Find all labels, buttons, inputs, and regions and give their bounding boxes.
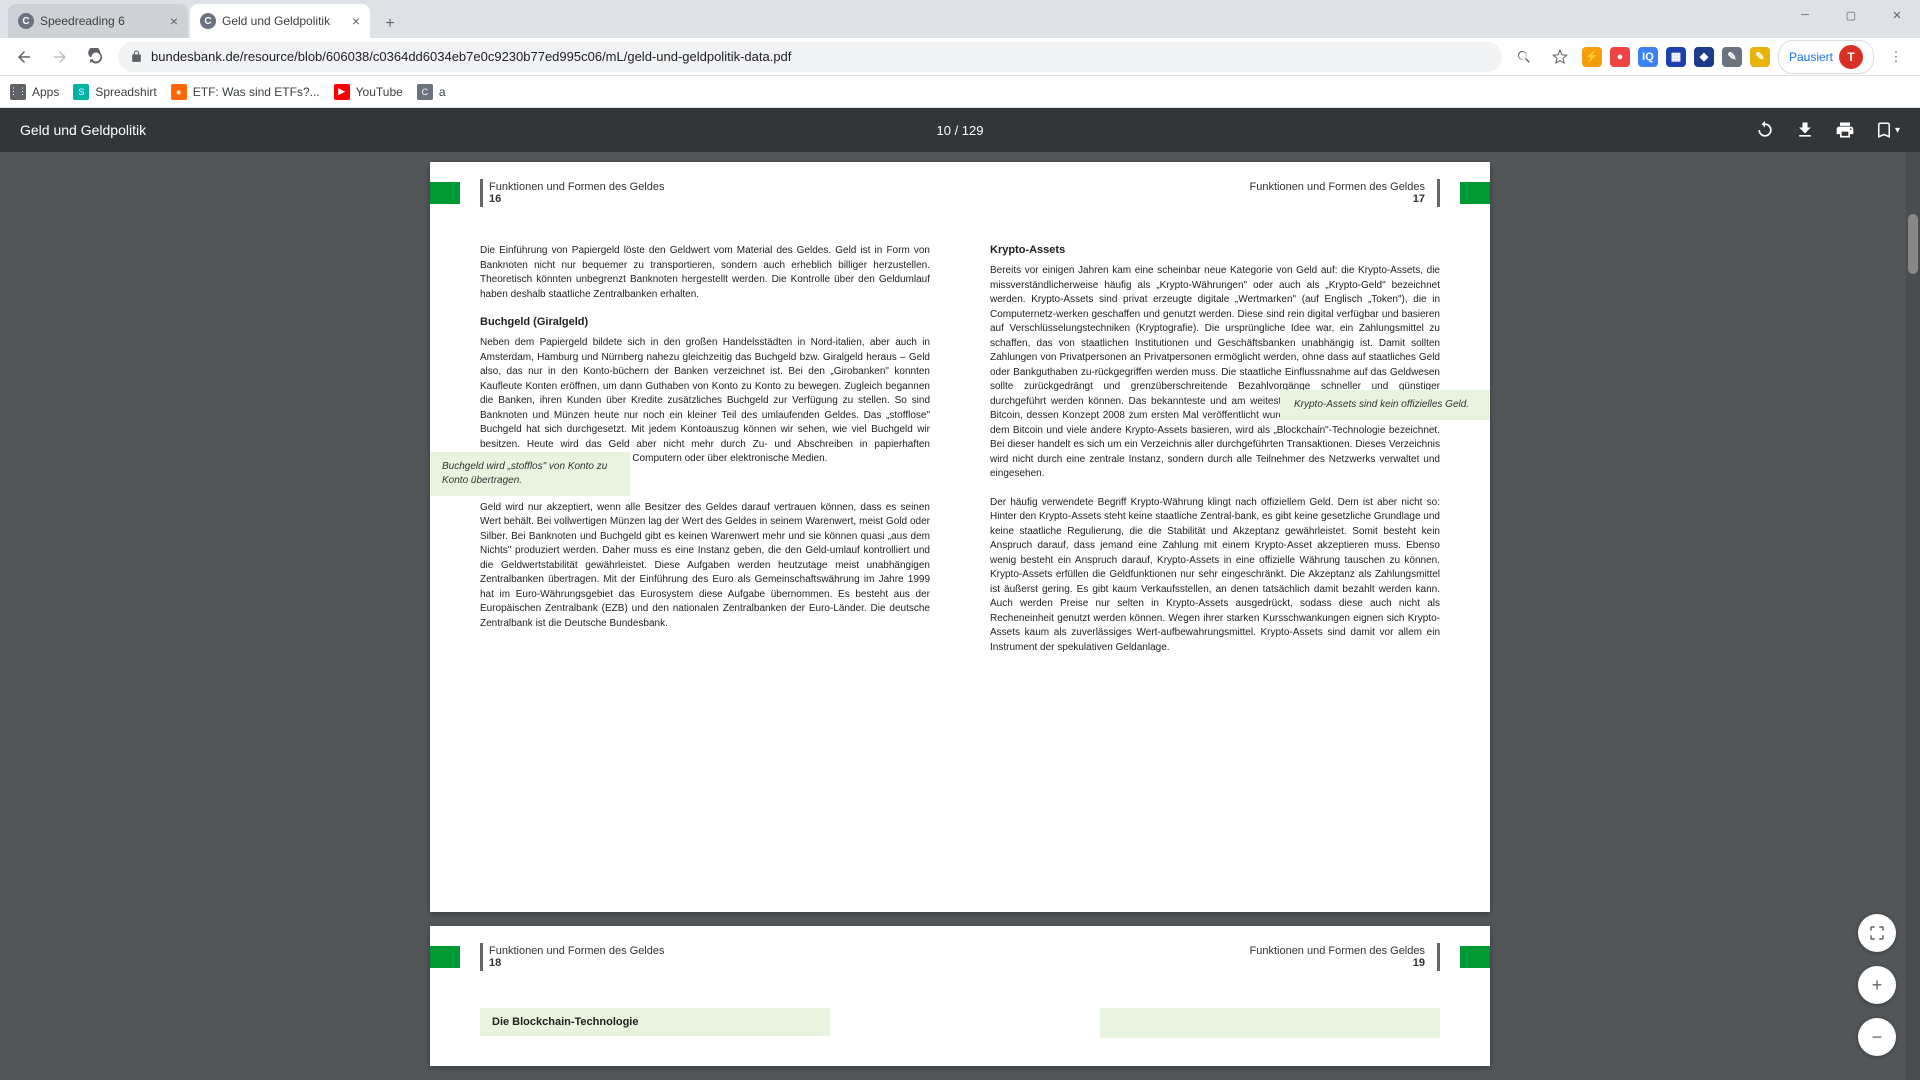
body-paragraph: Neben dem Papiergeld bildete sich in den… — [480, 336, 930, 467]
window-controls: ─ ▢ ✕ — [1782, 0, 1920, 30]
avatar: T — [1839, 45, 1863, 69]
ext-icon[interactable]: ● — [1610, 47, 1630, 67]
apps-button[interactable]: ⋮⋮ Apps — [10, 84, 59, 100]
zoom-in-button[interactable]: + — [1858, 966, 1896, 1004]
rotate-button[interactable] — [1755, 120, 1775, 140]
callout-box: Buchgeld wird „stofflos" von Konto zu Ko… — [430, 452, 630, 496]
bookmark-item[interactable]: ▶ YouTube — [334, 84, 403, 100]
close-icon[interactable]: × — [170, 13, 178, 29]
fit-button[interactable] — [1858, 914, 1896, 952]
tab-title: Geld und Geldpolitik — [222, 14, 346, 28]
forward-button[interactable] — [46, 43, 74, 71]
body-paragraph: Die Einführung von Papiergeld löste den … — [480, 244, 930, 302]
scroll-thumb[interactable] — [1908, 214, 1918, 274]
subheading: Buchgeld (Giralgeld) — [480, 316, 930, 328]
extensions: ⚡ ● IQ ▦ ◆ ✎ ✎ — [1582, 47, 1770, 67]
star-icon[interactable] — [1546, 43, 1574, 71]
tab-title: Speedreading 6 — [40, 14, 164, 28]
menu-button[interactable]: ⋮ — [1882, 43, 1910, 71]
page-number: 16 — [489, 193, 665, 205]
chapter-title: Funktionen und Formen des Geldes — [489, 181, 665, 193]
bookmark-label: Spreadshirt — [95, 85, 156, 99]
body-paragraph: Geld wird nur akzeptiert, wenn alle Besi… — [480, 501, 930, 632]
maximize-button[interactable]: ▢ — [1828, 0, 1874, 30]
subheading: Die Blockchain-Technologie — [492, 1016, 818, 1028]
tab-speedreading[interactable]: C Speedreading 6 × — [8, 4, 188, 38]
ext-icon[interactable]: ◆ — [1694, 47, 1714, 67]
bookmark-favicon: C — [417, 84, 433, 100]
ext-icon[interactable]: ▦ — [1666, 47, 1686, 67]
callout-box: Krypto-Assets sind kein offizielles Geld… — [1280, 390, 1490, 420]
bookmark-favicon: ● — [171, 84, 187, 100]
scrollbar[interactable] — [1906, 152, 1920, 1080]
bookmark-favicon: S — [73, 84, 89, 100]
ext-icon[interactable]: ✎ — [1750, 47, 1770, 67]
apps-icon: ⋮⋮ — [10, 84, 26, 100]
bookmark-item[interactable]: ● ETF: Was sind ETFs?... — [171, 84, 320, 100]
page-number: 19 — [1250, 957, 1426, 969]
pdf-page-16: Funktionen und Formen des Geldes 16 Die … — [430, 162, 960, 912]
lock-icon — [130, 50, 143, 63]
download-button[interactable] — [1795, 120, 1815, 140]
bookmark-toggle[interactable]: ▾ — [1875, 121, 1900, 139]
ext-icon[interactable]: IQ — [1638, 47, 1658, 67]
page-number: 17 — [1250, 193, 1426, 205]
tab-geld[interactable]: C Geld und Geldpolitik × — [190, 4, 370, 38]
print-button[interactable] — [1835, 120, 1855, 140]
pdf-page-17: Funktionen und Formen des Geldes 17 Kryp… — [960, 162, 1490, 912]
minimize-button[interactable]: ─ — [1782, 0, 1828, 30]
bookmark-label: a — [439, 85, 446, 99]
body-paragraph: Der häufig verwendete Begriff Krypto-Wäh… — [990, 496, 1440, 656]
pdf-toolbar: Geld und Geldpolitik 10 / 129 ▾ — [0, 108, 1920, 152]
body-paragraph: Bereits vor einigen Jahren kam eine sche… — [990, 264, 1440, 482]
zoom-out-button[interactable]: − — [1858, 1018, 1896, 1056]
tab-favicon: C — [18, 13, 34, 29]
page-number: 18 — [489, 957, 665, 969]
bookmark-label: Apps — [32, 85, 59, 99]
pdf-viewer[interactable]: Funktionen und Formen des Geldes 16 Die … — [0, 152, 1920, 1080]
ext-icon[interactable]: ⚡ — [1582, 47, 1602, 67]
bookmark-item[interactable]: C a — [417, 84, 446, 100]
bookmark-favicon: ▶ — [334, 84, 350, 100]
subheading: Krypto-Assets — [990, 244, 1440, 256]
tab-favicon: C — [200, 13, 216, 29]
pdf-page-spread: Funktionen und Formen des Geldes 18 Die … — [430, 926, 1490, 1066]
bookmark-label: ETF: Was sind ETFs?... — [193, 85, 320, 99]
pdf-title: Geld und Geldpolitik — [20, 122, 1755, 138]
chapter-title: Funktionen und Formen des Geldes — [1250, 945, 1426, 957]
pdf-page-spread: Funktionen und Formen des Geldes 16 Die … — [430, 162, 1490, 912]
pdf-page-19: Funktionen und Formen des Geldes 19 — [960, 926, 1490, 1066]
chapter-title: Funktionen und Formen des Geldes — [1250, 181, 1426, 193]
bookmark-item[interactable]: S Spreadshirt — [73, 84, 156, 100]
new-tab-button[interactable]: + — [376, 10, 404, 38]
ext-icon[interactable]: ✎ — [1722, 47, 1742, 67]
back-button[interactable] — [10, 43, 38, 71]
search-icon[interactable] — [1510, 43, 1538, 71]
pdf-page-18: Funktionen und Formen des Geldes 18 Die … — [430, 926, 960, 1066]
browser-toolbar: bundesbank.de/resource/blob/606038/c0364… — [0, 38, 1920, 76]
url-text: bundesbank.de/resource/blob/606038/c0364… — [151, 49, 1490, 64]
close-icon[interactable]: × — [352, 13, 360, 29]
chapter-title: Funktionen und Formen des Geldes — [489, 945, 665, 957]
reload-button[interactable] — [82, 43, 110, 71]
page-indicator: 10 / 129 — [937, 123, 984, 138]
pause-label: Pausiert — [1789, 50, 1833, 64]
close-window-button[interactable]: ✕ — [1874, 0, 1920, 30]
browser-titlebar: C Speedreading 6 × C Geld und Geldpoliti… — [0, 0, 1920, 38]
bookmark-label: YouTube — [356, 85, 403, 99]
zoom-controls: + − — [1858, 914, 1896, 1056]
sync-paused-button[interactable]: Pausiert T — [1778, 40, 1874, 74]
bookmark-bar: ⋮⋮ Apps S Spreadshirt ● ETF: Was sind ET… — [0, 76, 1920, 108]
address-bar[interactable]: bundesbank.de/resource/blob/606038/c0364… — [118, 42, 1502, 72]
